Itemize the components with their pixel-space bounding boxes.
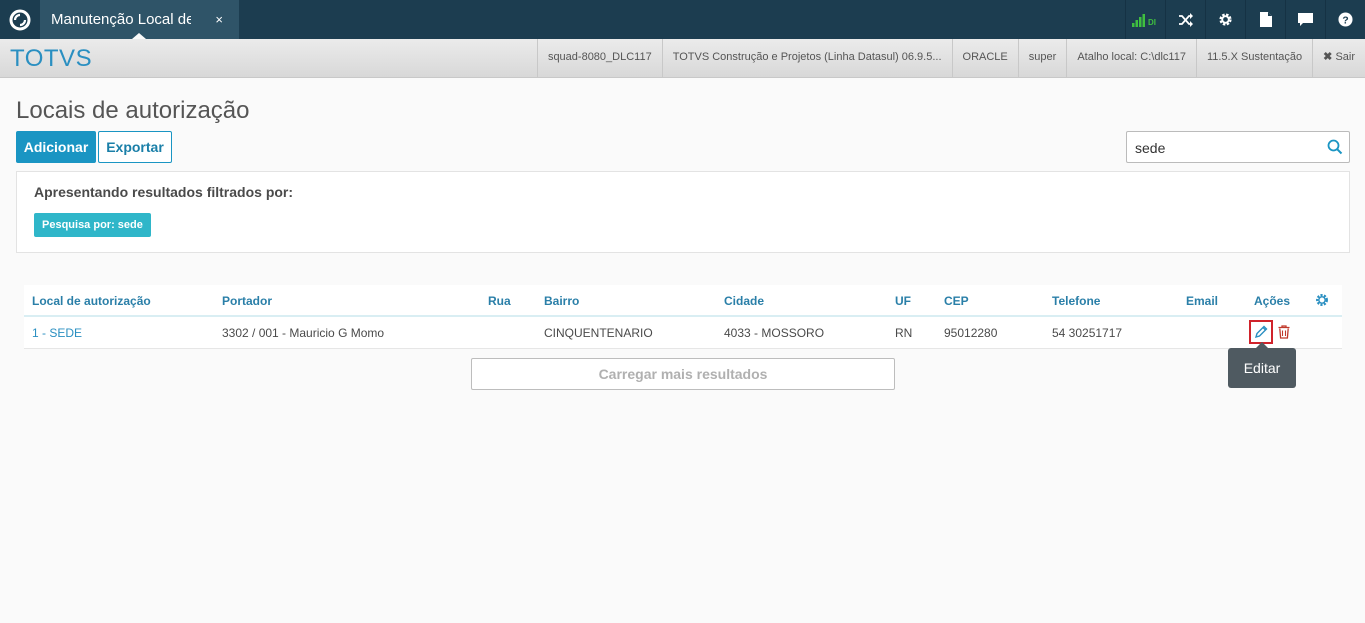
pencil-icon <box>1254 325 1268 339</box>
cell-cep: 95012280 <box>944 326 998 340</box>
header-uf[interactable]: UF <box>895 294 911 308</box>
logout-label: Sair <box>1335 51 1355 63</box>
info-database: ORACLE <box>951 39 1018 78</box>
column-settings-icon[interactable] <box>1315 293 1329 312</box>
trash-icon[interactable] <box>1276 323 1292 341</box>
sub-bar: TOTVS squad-8080_DLC117 TOTVS Construção… <box>0 39 1365 78</box>
chat-icon[interactable] <box>1285 0 1325 39</box>
header-acoes: Ações <box>1254 294 1291 308</box>
filter-panel: Apresentando resultados filtrados por: P… <box>16 171 1350 253</box>
info-server: squad-8080_DLC117 <box>536 39 662 78</box>
shuffle-icon[interactable] <box>1165 0 1205 39</box>
search-input[interactable] <box>1135 138 1315 158</box>
table-row: 1 - SEDE 3302 / 001 - Mauricio G Momo CI… <box>24 317 1342 349</box>
header-telefone[interactable]: Telefone <box>1052 294 1100 308</box>
header-bairro[interactable]: Bairro <box>544 294 579 308</box>
top-bar: Manutenção Local de Autorização × DI <box>0 0 1365 39</box>
header-portador[interactable]: Portador <box>222 294 272 308</box>
filter-chip[interactable]: Pesquisa por: sede <box>34 213 151 237</box>
page-title: Locais de autorização <box>16 97 250 124</box>
header-cidade[interactable]: Cidade <box>724 294 764 308</box>
tooltip-arrow <box>1256 342 1268 348</box>
cell-local[interactable]: 1 - SEDE <box>32 326 82 340</box>
info-shortcut: Atalho local: C:\dlc117 <box>1066 39 1196 78</box>
header-email[interactable]: Email <box>1186 294 1218 308</box>
signal-icon[interactable]: DI <box>1125 0 1165 39</box>
cell-portador: 3302 / 001 - Mauricio G Momo <box>222 326 385 340</box>
logout-button[interactable]: ✖ Sair <box>1312 39 1365 78</box>
results-table: Local de autorização Portador Rua Bairro… <box>24 285 1342 349</box>
brand-logo: TOTVS <box>10 45 93 72</box>
edit-tooltip: Editar <box>1228 342 1296 388</box>
header-local[interactable]: Local de autorização <box>32 294 151 308</box>
svg-text:?: ? <box>1342 15 1348 26</box>
help-icon[interactable]: ? <box>1325 0 1365 39</box>
tab-label: Manutenção Local de Autorização <box>51 11 191 28</box>
export-button[interactable]: Exportar <box>98 131 172 163</box>
signal-label: DI <box>1148 18 1156 27</box>
search-box <box>1126 131 1350 163</box>
cell-telefone: 54 30251717 <box>1052 326 1123 340</box>
totvs-logo-icon[interactable] <box>0 0 39 39</box>
search-icon[interactable] <box>1327 139 1343 160</box>
top-icons: DI ? <box>1125 0 1365 39</box>
filter-title: Apresentando resultados filtrados por: <box>34 184 294 200</box>
info-user: super <box>1017 39 1067 78</box>
cell-uf: RN <box>895 326 913 340</box>
edit-button[interactable] <box>1249 320 1273 344</box>
header-rua[interactable]: Rua <box>488 294 511 308</box>
cell-cidade: 4033 - MOSSORO <box>724 326 825 340</box>
cell-bairro: CINQUENTENARIO <box>544 326 653 340</box>
add-button[interactable]: Adicionar <box>16 131 96 163</box>
session-info: squad-8080_DLC117 TOTVS Construção e Pro… <box>536 39 1365 78</box>
close-tab-icon[interactable]: × <box>215 0 223 39</box>
document-icon[interactable] <box>1245 0 1285 39</box>
header-cep[interactable]: CEP <box>944 294 969 308</box>
tooltip-label: Editar <box>1243 360 1281 376</box>
gear-icon[interactable] <box>1205 0 1245 39</box>
info-version: 11.5.X Sustentação <box>1195 39 1312 78</box>
tab-manutencao[interactable]: Manutenção Local de Autorização × <box>40 0 239 39</box>
close-icon: ✖ <box>1323 51 1333 63</box>
load-more-button[interactable]: Carregar mais resultados <box>471 358 895 390</box>
info-company: TOTVS Construção e Projetos (Linha Datas… <box>661 39 952 78</box>
table-header: Local de autorização Portador Rua Bairro… <box>24 285 1342 317</box>
